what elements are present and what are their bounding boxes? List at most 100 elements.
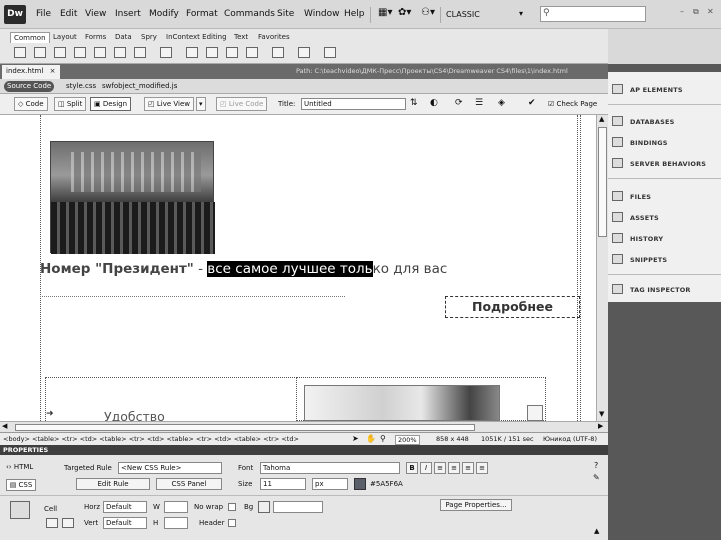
panel-tag-inspector[interactable]: TAG INSPECTOR — [630, 286, 691, 294]
close-tab-icon[interactable]: × — [50, 67, 56, 75]
menu-modify[interactable]: Modify — [149, 9, 179, 19]
tab-spry[interactable]: Spry — [138, 32, 160, 42]
collapse-icon[interactable]: ▲ — [594, 527, 599, 535]
tab-favorites[interactable]: Favorites — [255, 32, 293, 42]
size-unit-select[interactable]: px — [312, 478, 348, 490]
css-panel-button[interactable]: CSS Panel — [156, 478, 222, 490]
zoom-select[interactable]: 200% — [395, 435, 420, 445]
named-anchor-icon[interactable] — [54, 47, 66, 58]
horizontal-scrollbar[interactable]: ◀ ▶ — [0, 421, 608, 432]
help-icon[interactable]: ? — [594, 461, 598, 470]
scroll-right-icon[interactable]: ▶ — [598, 422, 603, 430]
related-style-css[interactable]: style.css — [66, 82, 96, 90]
quick-tag-icon[interactable]: ✎ — [593, 473, 600, 482]
live-view-button[interactable]: ◰ Live View — [144, 97, 194, 111]
related-source-code[interactable]: Source Code — [4, 81, 55, 92]
live-code-button[interactable]: ◰ Live Code — [216, 97, 268, 111]
font-select[interactable]: Tahoma — [260, 462, 400, 474]
align-left-icon[interactable]: ≡ — [434, 462, 446, 474]
design-view[interactable]: Номер "Президент" - все самое лучшее тол… — [0, 115, 596, 421]
menu-view[interactable]: View — [85, 9, 106, 19]
server-side-include-icon[interactable] — [206, 47, 218, 58]
headline[interactable]: Номер "Президент" - все самое лучшее тол… — [40, 261, 447, 277]
live-view-dropdown[interactable]: ▾ — [196, 97, 206, 111]
scroll-left-icon[interactable]: ◀ — [2, 422, 7, 430]
head-icon[interactable] — [246, 47, 258, 58]
email-link-icon[interactable] — [34, 47, 46, 58]
file-management-icon[interactable]: ⇅ — [410, 98, 418, 108]
refresh-icon[interactable]: ⟳ — [455, 98, 463, 108]
panel-bindings[interactable]: BINDINGS — [630, 139, 668, 147]
minimize-icon[interactable]: – — [680, 7, 684, 16]
menu-edit[interactable]: Edit — [60, 9, 77, 19]
panel-ap-elements[interactable]: AP ELEMENTS — [630, 86, 683, 94]
split-cell-icon[interactable] — [62, 518, 74, 528]
zoom-tool-icon[interactable]: ⚲ — [380, 434, 386, 443]
menu-format[interactable]: Format — [186, 9, 218, 19]
site-icon[interactable]: ⚇▾ — [421, 7, 435, 18]
bg-color-swatch[interactable] — [258, 501, 270, 513]
div-icon[interactable] — [114, 47, 126, 58]
italic-button[interactable]: I — [420, 462, 432, 474]
restore-icon[interactable]: ⧉ — [693, 7, 699, 17]
scroll-thumb[interactable] — [15, 424, 475, 431]
close-icon[interactable]: ✕ — [707, 7, 714, 16]
media-icon[interactable] — [160, 47, 172, 58]
table-icon[interactable] — [94, 47, 106, 58]
code-view-button[interactable]: ◇ Code — [14, 97, 48, 111]
title-input[interactable]: Untitled — [301, 98, 406, 110]
menu-window[interactable]: Window — [304, 9, 340, 19]
panel-databases[interactable]: DATABASES — [630, 118, 674, 126]
scroll-up-icon[interactable]: ▲ — [599, 115, 604, 123]
more-button[interactable]: Подробнее — [445, 296, 580, 318]
date-icon[interactable] — [186, 47, 198, 58]
tag-chooser-icon[interactable] — [324, 47, 336, 58]
edit-rule-button[interactable]: Edit Rule — [76, 478, 150, 490]
chevron-down-icon[interactable]: ▾ — [519, 9, 523, 18]
tab-layout[interactable]: Layout — [50, 32, 80, 42]
split-view-button[interactable]: ◫ Split — [54, 97, 87, 111]
size-select[interactable]: 11 — [260, 478, 306, 490]
vert-select[interactable]: Default — [103, 517, 147, 529]
justify-icon[interactable]: ≡ — [476, 462, 488, 474]
search-input[interactable]: ⚲ — [540, 6, 646, 22]
height-input[interactable] — [164, 517, 188, 529]
menu-site[interactable]: Site — [277, 9, 294, 19]
vertical-scrollbar[interactable]: ▲ ▼ — [596, 115, 608, 421]
panel-history[interactable]: HISTORY — [630, 235, 663, 243]
panel-snippets[interactable]: SNIPPETS — [630, 256, 667, 264]
color-swatch[interactable] — [354, 478, 366, 490]
hotel-room-image[interactable] — [50, 141, 215, 254]
comment-icon[interactable] — [226, 47, 238, 58]
select-tool-icon[interactable]: ➤ — [352, 434, 359, 443]
page-properties-button[interactable]: Page Properties... — [440, 499, 512, 511]
horizontal-rule-icon[interactable] — [74, 47, 86, 58]
color-value[interactable]: #5A5F6A — [370, 480, 403, 488]
panel-assets[interactable]: ASSETS — [630, 214, 659, 222]
preview-browser-icon[interactable]: ◐ — [430, 98, 438, 108]
design-view-button[interactable]: ▣ Design — [90, 97, 132, 111]
document-tab[interactable]: index.html × — [2, 65, 60, 79]
align-center-icon[interactable]: ≡ — [448, 462, 460, 474]
panel-server-behaviors[interactable]: SERVER BEHAVIORS — [630, 160, 706, 168]
properties-header[interactable]: PROPERTIES — [0, 445, 608, 455]
menu-commands[interactable]: Commands — [224, 9, 275, 19]
window-size[interactable]: 858 x 448 — [436, 435, 469, 443]
bold-button[interactable]: B — [406, 462, 418, 474]
panel-files[interactable]: FILES — [630, 193, 651, 201]
tag-selector[interactable]: <body> <table> <tr> <td> <table> <tr> <t… — [3, 435, 299, 443]
targeted-rule-select[interactable]: <New CSS Rule> — [118, 462, 222, 474]
menu-help[interactable]: Help — [344, 9, 365, 19]
html-mode-button[interactable]: ‹› HTML — [6, 463, 33, 471]
bg-color-input[interactable] — [273, 501, 323, 513]
tab-incontext-editing[interactable]: InContext Editing — [163, 32, 230, 42]
check-page-button[interactable]: ☑ Check Page — [548, 100, 597, 108]
css-mode-button[interactable]: ▤ CSS — [6, 479, 36, 491]
header-checkbox[interactable] — [228, 519, 236, 527]
images-icon[interactable] — [134, 47, 146, 58]
menu-insert[interactable]: Insert — [115, 9, 141, 19]
tab-text[interactable]: Text — [231, 32, 251, 42]
hyperlink-icon[interactable] — [14, 47, 26, 58]
second-room-image[interactable] — [304, 385, 500, 421]
view-options-icon[interactable]: ☰ — [475, 98, 483, 108]
